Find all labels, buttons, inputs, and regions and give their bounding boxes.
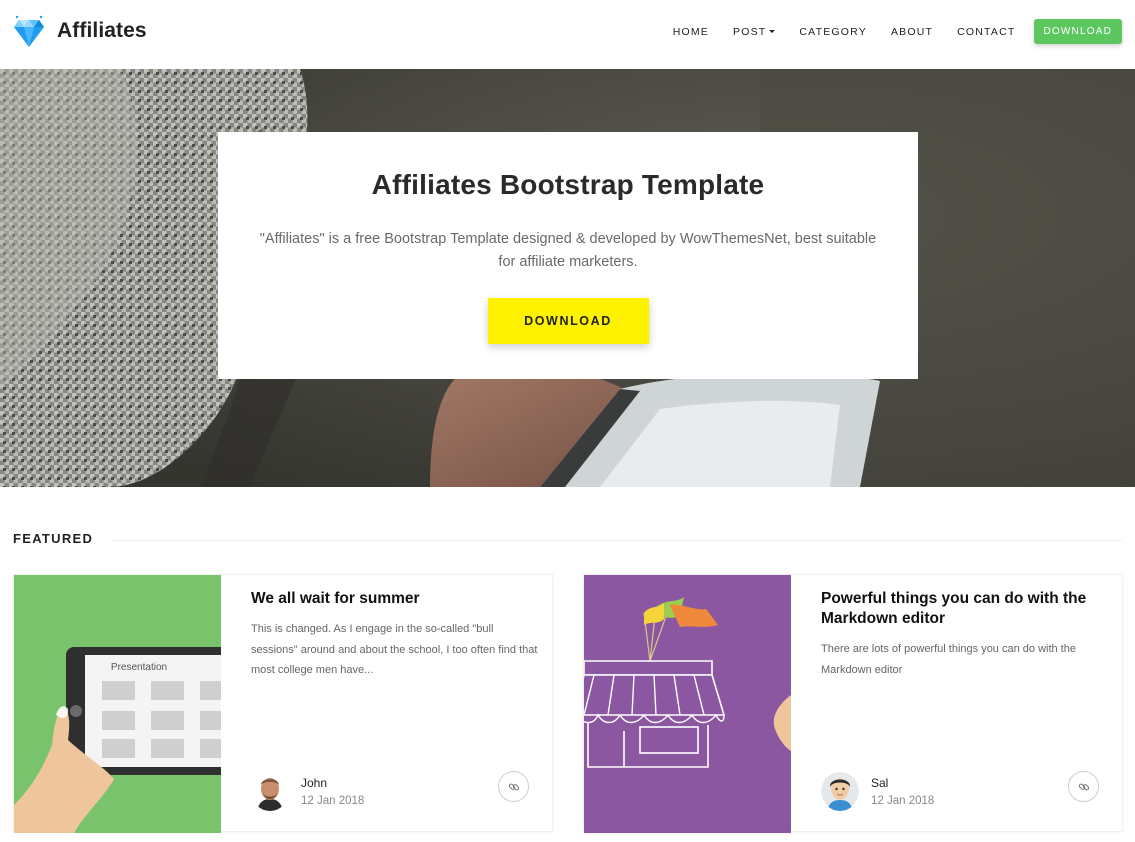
nav-contact[interactable]: CONTACT: [957, 26, 1015, 38]
featured-divider: [112, 540, 1122, 541]
author-name[interactable]: Sal: [871, 776, 934, 790]
permalink-button[interactable]: [498, 771, 529, 802]
diamond-logo-icon: [14, 15, 44, 47]
brand-name: Affiliates: [57, 19, 147, 42]
post-thumbnail[interactable]: [584, 575, 791, 833]
main-nav: HOME POST CATEGORY ABOUT CONTACT DOWNLOA…: [649, 19, 1122, 44]
featured-post-card[interactable]: Presentation We all wait for summer This…: [13, 574, 553, 833]
author-name[interactable]: John: [301, 776, 364, 790]
post-body: We all wait for summer This is changed. …: [251, 589, 541, 681]
post-title[interactable]: We all wait for summer: [251, 589, 541, 609]
navbar: Affiliates HOME POST CATEGORY ABOUT CONT…: [0, 0, 1135, 69]
nav-download-button[interactable]: DOWNLOAD: [1033, 19, 1122, 44]
hero-section: Affiliates Bootstrap Template "Affiliate…: [0, 69, 1135, 487]
permalink-button[interactable]: [1068, 771, 1099, 802]
post-author: Sal 12 Jan 2018: [821, 771, 934, 811]
link-icon: [1078, 783, 1089, 790]
brand[interactable]: Affiliates: [13, 14, 147, 48]
post-title[interactable]: Powerful things you can do with the Mark…: [821, 589, 1111, 629]
presentation-label: Presentation: [111, 662, 167, 673]
post-author: John 12 Jan 2018: [251, 771, 364, 811]
link-icon: [508, 783, 519, 790]
nav-post-label: POST: [733, 25, 767, 38]
post-date: 12 Jan 2018: [301, 794, 365, 807]
author-meta: Sal 12 Jan 2018: [871, 776, 934, 807]
post-body: Powerful things you can do with the Mark…: [821, 589, 1111, 680]
post-excerpt: This is changed. As I engage in the so-c…: [251, 623, 538, 676]
nav-about[interactable]: ABOUT: [891, 26, 933, 38]
hero-subtitle: "Affiliates" is a free Bootstrap Templat…: [259, 231, 877, 270]
post-date: 12 Jan 2018: [871, 794, 935, 807]
featured-heading: FEATURED: [13, 531, 94, 546]
avatar[interactable]: [251, 771, 289, 811]
avatar[interactable]: [821, 771, 859, 811]
nav-category[interactable]: CATEGORY: [799, 26, 867, 38]
nav-post[interactable]: POST: [733, 25, 776, 38]
hero-download-button[interactable]: DOWNLOAD: [487, 298, 649, 344]
post-thumbnail[interactable]: Presentation: [14, 575, 221, 833]
post-excerpt: There are lots of powerful things you ca…: [821, 643, 1076, 676]
hero-title: Affiliates Bootstrap Template: [371, 169, 765, 200]
nav-home[interactable]: HOME: [673, 26, 709, 38]
author-meta: John 12 Jan 2018: [301, 776, 364, 807]
caret-down-icon: [769, 30, 776, 33]
featured-post-card[interactable]: Powerful things you can do with the Mark…: [583, 574, 1123, 833]
hero-card: Affiliates Bootstrap Template "Affiliate…: [218, 132, 918, 379]
